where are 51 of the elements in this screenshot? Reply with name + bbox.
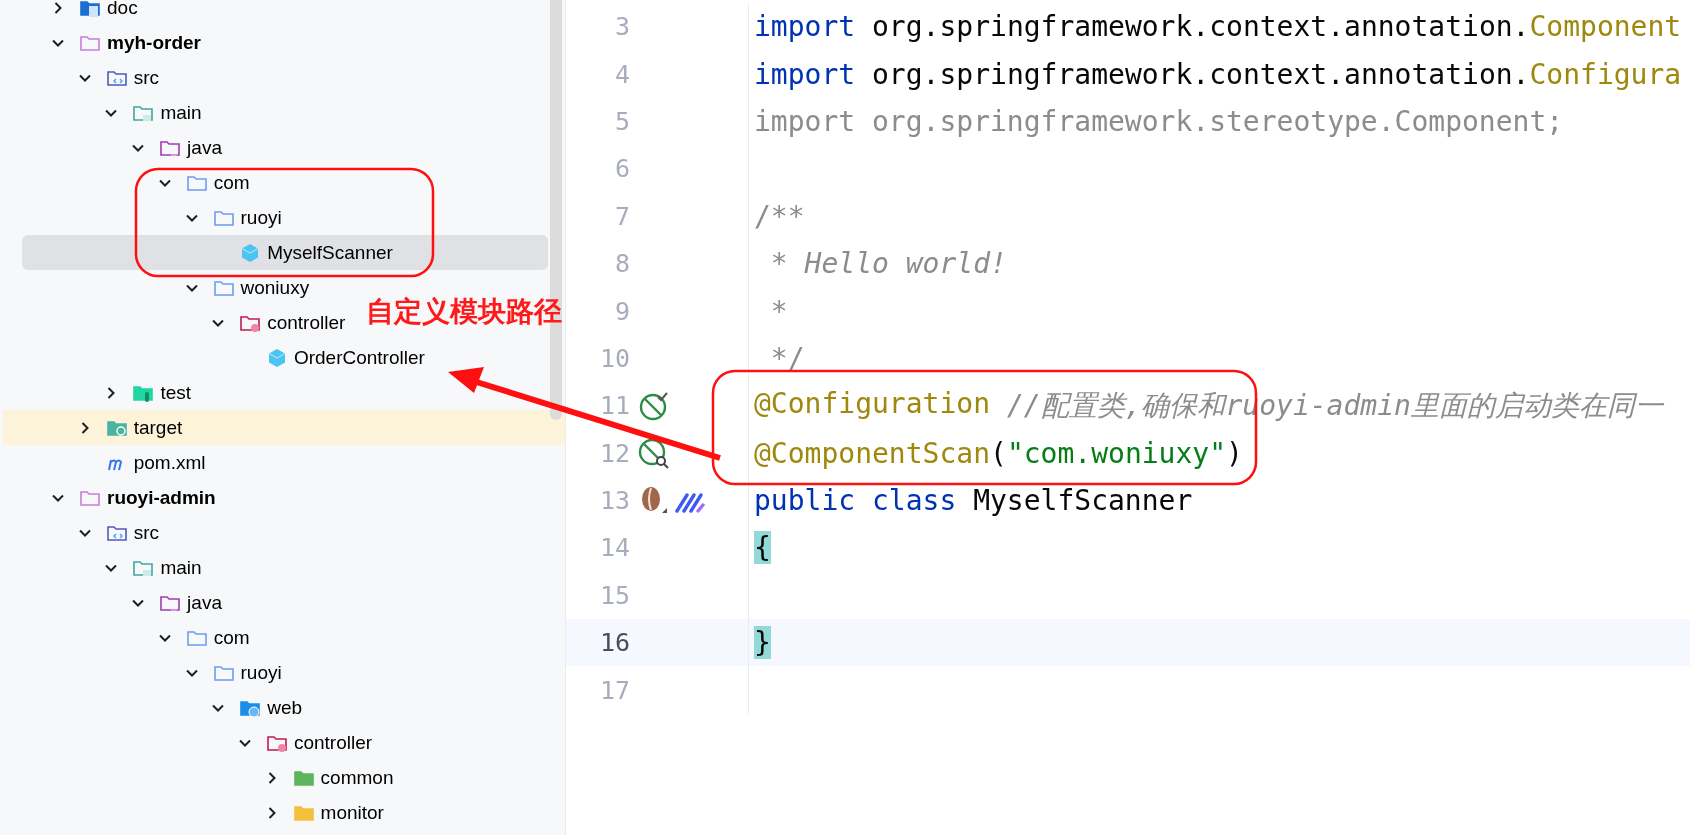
code-line: public class MyselfScanner: [753, 484, 1193, 518]
line-number: 10: [598, 343, 630, 373]
tree-item[interactable]: doc: [0, 0, 142, 25]
tree-item[interactable]: MyselfScanner: [22, 235, 548, 270]
tree-item[interactable]: ruoyi: [0, 200, 286, 235]
code-line: /**: [753, 199, 805, 233]
tree-item[interactable]: controller: [0, 305, 350, 340]
code-line: *: [769, 294, 788, 328]
tree-item[interactable]: java: [0, 585, 226, 620]
line-number: 7: [613, 201, 630, 231]
tree-item[interactable]: web: [0, 690, 307, 725]
code-line: * Hello world!: [769, 247, 1007, 281]
line-number: 3: [613, 12, 630, 42]
line-number: 17: [598, 675, 630, 705]
tree-item[interactable]: test: [0, 375, 195, 410]
tree-item[interactable]: pom.xml: [0, 445, 210, 480]
tree-item[interactable]: target: [3, 410, 565, 445]
callout-label: 自定义模块路径: [366, 295, 562, 329]
document-folder-icon: [79, 0, 101, 19]
line-number: 11: [598, 391, 630, 421]
tree-item[interactable]: java: [0, 130, 226, 165]
tree-item[interactable]: ruoyi-admin: [0, 480, 220, 515]
line-number: 16: [598, 628, 630, 658]
line-number: 15: [598, 580, 630, 610]
tree-item[interactable]: ruoyi: [0, 655, 286, 690]
tree-item[interactable]: controller: [0, 725, 377, 760]
tree-item[interactable]: main: [0, 95, 206, 130]
line-number: 12: [598, 438, 630, 468]
tree-item[interactable]: src: [0, 60, 163, 95]
tree-item[interactable]: woniuxy: [0, 270, 314, 305]
bean-search-icon[interactable]: [638, 437, 670, 470]
line-number: 13: [598, 486, 630, 516]
code-line: */: [769, 341, 805, 375]
code-line: import org.springframework.context.annotation.Configura: [753, 57, 1682, 91]
code-line: import org.springframework.stereotype.Component;: [753, 104, 1564, 138]
tree-item[interactable]: com: [0, 165, 254, 200]
line-number: 6: [613, 154, 630, 184]
tree-item[interactable]: common: [0, 760, 398, 795]
code-line: @ComponentScan("com.woniuxy"): [753, 436, 1243, 470]
line-number: 14: [598, 533, 630, 563]
line-number: 5: [613, 106, 630, 136]
tree-item[interactable]: main: [0, 550, 206, 585]
line-number: 9: [613, 296, 630, 326]
tree-item[interactable]: OrderController: [0, 340, 429, 375]
line-number: 4: [613, 59, 630, 89]
code-line: import org.springframework.context.annotation.Component: [753, 10, 1682, 44]
tree-item[interactable]: src: [0, 515, 163, 550]
tree-item[interactable]: myh-order: [0, 25, 205, 60]
tree-item[interactable]: com: [0, 620, 254, 655]
tree-item[interactable]: monitor: [0, 795, 388, 830]
line-number: 8: [613, 249, 630, 279]
